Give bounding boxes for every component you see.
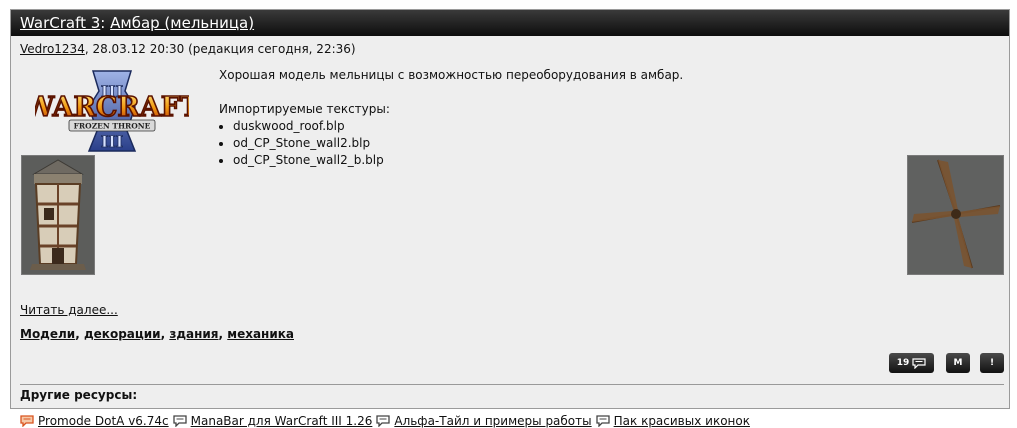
svg-text:FROZEN THRONE: FROZEN THRONE — [74, 122, 151, 131]
post-meta: Vedro1234, 28.03.12 20:30 (редакция сего… — [20, 42, 356, 56]
comments-button[interactable]: 19 — [889, 353, 934, 373]
windmill-tower-image[interactable] — [21, 155, 95, 275]
svg-text:III: III — [101, 132, 123, 151]
other-resource-link[interactable]: ManaBar для WarCraft III 1.26 — [191, 414, 373, 428]
tag-link-mechanics[interactable]: механика — [227, 327, 294, 341]
comment-icon — [595, 415, 610, 427]
tag-link-buildings[interactable]: здания — [169, 327, 218, 341]
tags-list: Модели, декорации, здания, механика — [20, 327, 294, 341]
post-date: , 28.03.12 20:30 (редакция сегодня, 22:3… — [84, 42, 356, 56]
resource-panel: WarCraft 3: Амбар (мельница) Vedro1234, … — [10, 9, 1010, 428]
comment-icon — [376, 415, 391, 427]
list-item: Пак красивых иконок — [595, 414, 750, 428]
textures-heading: Импортируемые текстуры: — [219, 102, 390, 116]
list-item: Альфа-Тайл и примеры работы — [376, 414, 592, 428]
tag-link-decorations[interactable]: декорации — [84, 327, 161, 341]
comments-count: 19 — [896, 358, 910, 368]
other-resources-title: Другие ресурсы: — [20, 388, 138, 402]
report-button[interactable]: ! — [980, 353, 1004, 373]
comment-icon — [172, 415, 187, 427]
windmill-blades-image[interactable] — [907, 155, 1004, 275]
texture-item: od_CP_Stone_wall2_b.blp — [233, 152, 819, 169]
resource-title-link[interactable]: Амбар (мельница) — [110, 14, 254, 32]
tag-link-models[interactable]: Модели — [20, 327, 75, 341]
texture-item: duskwood_roof.blp — [233, 118, 819, 135]
section-divider — [20, 384, 1004, 385]
description-intro: Хорошая модель мельницы с возможностью п… — [219, 68, 684, 82]
m-button[interactable]: M — [946, 353, 970, 373]
description: Хорошая модель мельницы с возможностью п… — [219, 67, 819, 169]
list-item: Promode DotA v6.74c — [20, 414, 169, 428]
comment-icon — [912, 357, 926, 369]
texture-item: od_CP_Stone_wall2.blp — [233, 135, 819, 152]
comment-icon — [20, 415, 34, 427]
other-resources-list: Promode DotA v6.74c ManaBar для WarCraft… — [20, 414, 754, 428]
list-item: ManaBar для WarCraft III 1.26 — [172, 414, 373, 428]
title-separator: : — [100, 14, 106, 32]
author-link[interactable]: Vedro1234 — [20, 42, 85, 56]
warcraft-logo: III III WARCRAFT FROZEN THRONE — [35, 70, 189, 152]
textures-list: duskwood_roof.blp od_CP_Stone_wall2.blp … — [219, 118, 819, 169]
other-resource-link[interactable]: Promode DotA v6.74c — [38, 414, 169, 428]
other-resource-link[interactable]: Пак красивых иконок — [614, 414, 750, 428]
other-resource-link[interactable]: Альфа-Тайл и примеры работы — [394, 414, 591, 428]
category-link[interactable]: WarCraft 3 — [20, 14, 100, 32]
title-bar: WarCraft 3: Амбар (мельница) — [11, 10, 1009, 36]
svg-text:WARCRAFT: WARCRAFT — [35, 92, 189, 123]
read-more-link[interactable]: Читать далее... — [20, 303, 118, 317]
